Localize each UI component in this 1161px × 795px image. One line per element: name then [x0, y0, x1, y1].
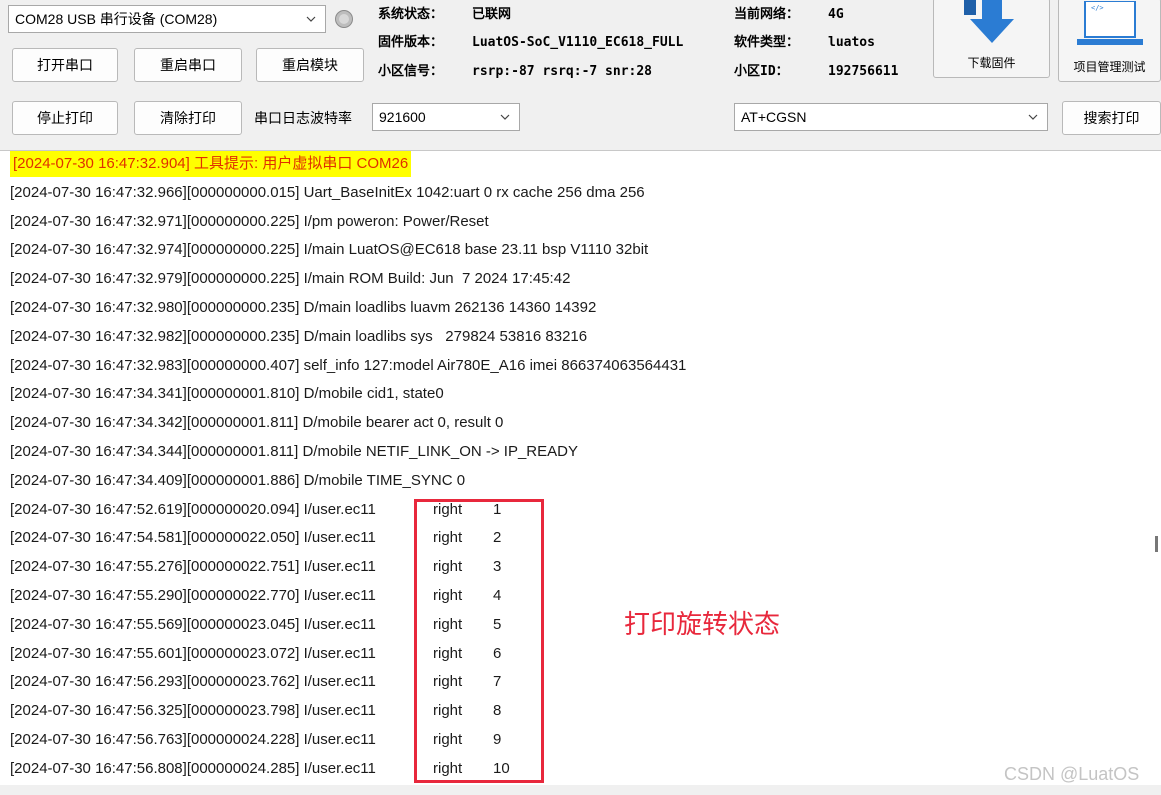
network-value: 4G	[828, 7, 844, 22]
log-line-prefix: [2024-07-30 16:47:55.569][000000023.045]…	[10, 615, 376, 633]
restart-module-button[interactable]: 重启模块	[256, 48, 364, 82]
log-line-prefix: [2024-07-30 16:47:52.619][000000020.094]…	[10, 500, 376, 518]
log-highlight-line: [2024-07-30 16:47:32.904] 工具提示: 用户虚拟串口 C…	[10, 151, 412, 177]
chevron-down-icon	[497, 109, 513, 125]
chevron-down-icon	[1025, 109, 1041, 125]
watermark: CSDN @LuatOS	[1004, 764, 1140, 784]
log-line: [2024-07-30 16:47:34.342][000000001.811]…	[10, 414, 504, 432]
firmware-value: LuatOS-SoC_V1110_EC618_FULL	[472, 35, 684, 50]
sys-state-value: 已联网	[472, 7, 512, 22]
search-print-button[interactable]: 搜索打印	[1062, 101, 1161, 135]
cell-signal-label: 小区信号：	[378, 64, 444, 79]
project-test-label: 项目管理测试	[1073, 60, 1146, 74]
log-line: [2024-07-30 16:47:32.980][000000000.235]…	[10, 299, 597, 316]
log-line: [2024-07-30 16:47:32.966][000000000.015]…	[10, 183, 645, 201]
log-line-prefix: [2024-07-30 16:47:55.601][000000023.072]…	[10, 644, 376, 662]
firmware-label: 固件版本：	[378, 35, 444, 50]
log-line: [2024-07-30 16:47:32.974][000000000.225]…	[10, 241, 649, 259]
scrollbar-thumb[interactable]	[1155, 536, 1158, 552]
baud-select[interactable]: 921600	[372, 103, 520, 131]
log-line-prefix: [2024-07-30 16:47:55.290][000000022.770]…	[10, 587, 376, 604]
at-command-select[interactable]: AT+CGSN	[734, 103, 1048, 131]
log-line-prefix: [2024-07-30 16:47:55.276][000000022.751]…	[10, 558, 376, 576]
at-command-value: AT+CGSN	[741, 109, 807, 125]
sys-state-label: 系统状态：	[378, 7, 444, 22]
cell-signal-value: rsrp:-87 rsrq:-7 snr:28	[472, 64, 653, 79]
download-arrow-icon	[963, 0, 1020, 48]
log-line: [2024-07-30 16:47:32.983][000000000.407]…	[10, 356, 687, 374]
baud-select-value: 921600	[379, 109, 426, 125]
chevron-down-icon	[303, 11, 319, 27]
port-select[interactable]: COM28 USB 串行设备 (COM28)	[8, 5, 326, 33]
code-glyph: </>	[1091, 4, 1104, 12]
annotation-text: 打印旋转状态	[624, 610, 781, 640]
port-select-value: COM28 USB 串行设备 (COM28)	[15, 11, 218, 27]
log-line: [2024-07-30 16:47:34.341][000000001.810]…	[10, 385, 444, 403]
rotation-highlight-box	[414, 499, 544, 783]
log-output-panel[interactable]: [2024-07-30 16:47:32.904] 工具提示: 用户虚拟串口 C…	[0, 150, 1161, 785]
cell-id-label: 小区ID：	[734, 64, 789, 79]
log-line: [2024-07-30 16:47:32.982][000000000.235]…	[10, 327, 588, 345]
log-line: [2024-07-30 16:47:32.971][000000000.225]…	[10, 212, 489, 230]
software-value: luatos	[828, 35, 875, 50]
log-line: [2024-07-30 16:47:34.409][000000001.886]…	[10, 471, 466, 489]
log-line-prefix: [2024-07-30 16:47:56.808][000000024.285]…	[10, 759, 376, 777]
port-status-indicator-icon	[334, 9, 354, 29]
open-port-button[interactable]: 打开串口	[12, 48, 118, 82]
log-line-prefix: [2024-07-30 16:47:56.293][000000023.762]…	[10, 673, 376, 691]
stop-print-button[interactable]: 停止打印	[12, 101, 118, 135]
log-line-prefix: [2024-07-30 16:47:56.325][000000023.798]…	[10, 702, 376, 720]
download-firmware-label: 下载固件	[967, 56, 1016, 70]
project-test-button[interactable]: </> 项目管理测试	[1058, 0, 1161, 82]
restart-port-button[interactable]: 重启串口	[134, 48, 242, 82]
log-line: [2024-07-30 16:47:34.344][000000001.811]…	[10, 443, 578, 460]
network-label: 当前网络：	[734, 7, 800, 22]
baud-label: 串口日志波特率	[254, 110, 352, 126]
clear-print-button[interactable]: 清除打印	[134, 101, 242, 135]
log-line-prefix: [2024-07-30 16:47:54.581][000000022.050]…	[10, 529, 376, 547]
log-line-prefix: [2024-07-30 16:47:56.763][000000024.228]…	[10, 731, 376, 748]
cell-id-value: 192756611	[828, 64, 899, 79]
log-line: [2024-07-30 16:47:32.979][000000000.225]…	[10, 270, 571, 288]
software-label: 软件类型：	[734, 35, 800, 50]
laptop-code-icon: </>	[1075, 0, 1145, 50]
download-firmware-button[interactable]: 下载固件	[933, 0, 1050, 78]
